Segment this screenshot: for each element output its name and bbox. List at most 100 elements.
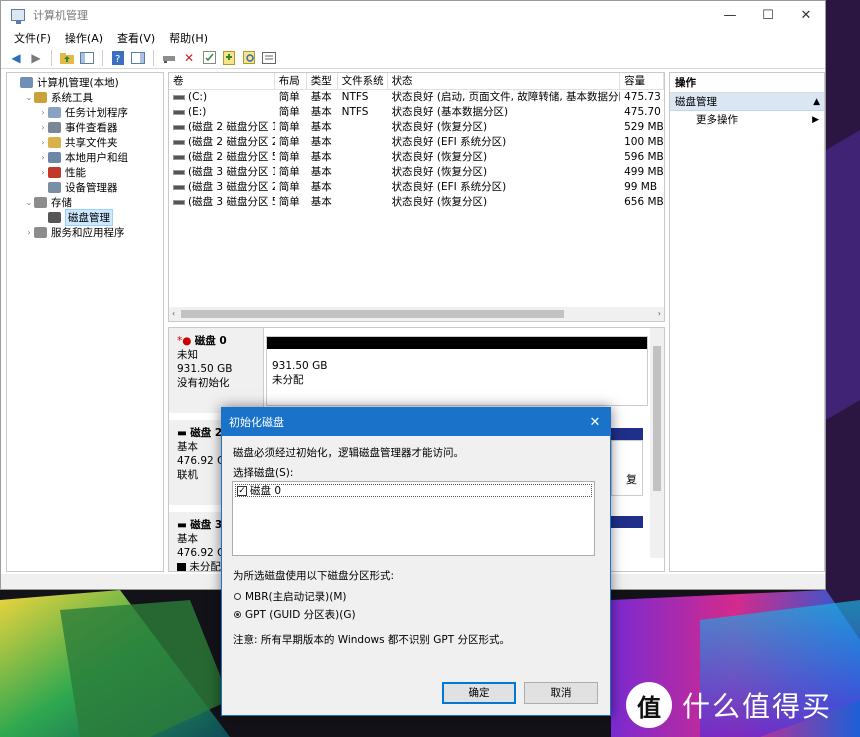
tree-node[interactable]: 计算机管理(本地)	[7, 75, 163, 90]
volume-icon	[173, 109, 185, 115]
volume-row[interactable]: (E:) 简单基本 NTFS 状态良好 (基本数据分区) 475.70 G	[169, 105, 664, 120]
tree-node[interactable]: › 事件查看器	[7, 120, 163, 135]
volume-row[interactable]: (磁盘 2 磁盘分区 1) 简单 基本 状态良好 (恢复分区) 529 MB	[169, 120, 664, 135]
column-filesystem[interactable]: 文件系统	[338, 73, 388, 89]
new-item-icon[interactable]	[220, 49, 238, 67]
check-disk-icon[interactable]	[200, 49, 218, 67]
volume-name: (磁盘 3 磁盘分区 5)	[188, 196, 275, 208]
expand-right-icon[interactable]: ›	[38, 138, 48, 147]
disk-list-item[interactable]: ✓ 磁盘 0	[235, 484, 592, 497]
tree-node[interactable]: › 本地用户和组	[7, 150, 163, 165]
expand-right-icon[interactable]: ›	[38, 153, 48, 162]
disk-0-unallocated-partition[interactable]: 931.50 GB 未分配	[266, 336, 648, 406]
actions-pane: 操作 磁盘管理 ▲ 更多操作 ▶	[669, 72, 825, 572]
mbr-radio-button[interactable]	[234, 593, 241, 600]
disk-0-size: 931.50 GB	[177, 363, 233, 375]
ok-button[interactable]: 确定	[442, 682, 516, 704]
mbr-radio[interactable]: MBR(主启动记录)(M)	[234, 589, 347, 604]
help-icon[interactable]: ?	[109, 49, 127, 67]
forward-icon[interactable]: ▶	[27, 49, 45, 67]
disk-error-icon: *●	[177, 335, 192, 347]
expand-down-icon[interactable]: ⌄	[24, 198, 34, 207]
actions-section-label: 磁盘管理	[675, 96, 717, 108]
dialog-close-button[interactable]: ✕	[580, 415, 610, 430]
expand-right-icon[interactable]: ›	[38, 168, 48, 177]
column-status[interactable]: 状态	[388, 73, 621, 89]
menu-help[interactable]: 帮助(H)	[162, 30, 215, 46]
tree-node[interactable]: › 共享文件夹	[7, 135, 163, 150]
volume-row[interactable]: (磁盘 2 磁盘分区 5) 简单 基本 状态良好 (恢复分区) 596 MB	[169, 150, 664, 165]
properties-icon[interactable]	[260, 49, 278, 67]
vertical-scrollbar[interactable]	[650, 328, 664, 558]
tree-node[interactable]: ⌄ 系统工具	[7, 90, 163, 105]
volume-cell: 简单	[278, 136, 300, 148]
gpt-radio[interactable]: GPT (GUID 分区表)(G)	[234, 607, 356, 622]
disk-0-label[interactable]: *● 磁盘 0 未知 931.50 GB 没有初始化	[169, 328, 264, 413]
expand-right-icon[interactable]: ›	[38, 108, 48, 117]
partition-box[interactable]: 复	[611, 440, 643, 496]
delete-icon[interactable]: ✕	[180, 49, 198, 67]
scroll-left-icon[interactable]: ‹	[172, 307, 175, 321]
tree-node[interactable]: 磁盘管理	[7, 209, 163, 226]
disk-0-block[interactable]: *● 磁盘 0 未知 931.50 GB 没有初始化 931.50 GB 未分配	[169, 328, 649, 413]
volume-icon	[173, 169, 185, 175]
volume-row[interactable]: (磁盘 2 磁盘分区 2) 简单 基本 状态良好 (EFI 系统分区) 100 MB	[169, 135, 664, 150]
connect-drive-icon[interactable]	[160, 49, 178, 67]
up-folder-icon[interactable]	[58, 49, 76, 67]
scroll-right-icon[interactable]: ›	[658, 307, 661, 321]
volume-cell: 状态良好 (恢复分区)	[391, 166, 488, 178]
horizontal-scrollbar[interactable]: ‹ ›	[169, 307, 664, 321]
legend-unallocated: 未分配	[189, 561, 221, 572]
title-bar[interactable]: 计算机管理 — ☐ ✕	[1, 1, 825, 29]
tree-node[interactable]: 设备管理器	[7, 180, 163, 195]
show-hide-tree-icon[interactable]	[78, 49, 96, 67]
disk-checkbox[interactable]: ✓	[237, 485, 247, 496]
menu-action[interactable]: 操作(A)	[58, 30, 110, 46]
volume-cell: 简单	[278, 106, 300, 118]
partition-state: 未分配	[272, 374, 304, 386]
back-icon[interactable]: ◀	[7, 49, 25, 67]
toolbar-divider	[51, 49, 52, 66]
search-icon[interactable]	[240, 49, 258, 67]
volume-cell: (磁盘 2 磁盘分区 2)	[169, 135, 275, 150]
partition-bar	[611, 428, 643, 440]
collapse-up-icon[interactable]: ▲	[813, 93, 824, 110]
volume-cell: 基本	[310, 121, 332, 133]
tree-node[interactable]: › 任务计划程序	[7, 105, 163, 120]
watermark-logo: 值	[626, 682, 672, 728]
volume-row[interactable]: (磁盘 3 磁盘分区 1) 简单 基本 状态良好 (恢复分区) 499 MB	[169, 165, 664, 180]
expand-right-icon[interactable]: ›	[24, 228, 34, 237]
minimize-button[interactable]: —	[711, 1, 749, 29]
column-layout[interactable]: 布局	[275, 73, 307, 89]
menu-file[interactable]: 文件(F)	[7, 30, 58, 46]
close-button[interactable]: ✕	[787, 1, 825, 29]
menu-view[interactable]: 查看(V)	[110, 30, 162, 46]
dialog-title-bar[interactable]: 初始化磁盘 ✕	[222, 408, 610, 436]
volume-cell: (磁盘 2 磁盘分区 1)	[169, 120, 275, 135]
volume-cell: 529 MB	[624, 121, 664, 133]
maximize-button[interactable]: ☐	[749, 1, 787, 29]
cancel-button[interactable]: 取消	[524, 682, 598, 704]
more-actions-item[interactable]: 更多操作 ▶	[670, 111, 824, 129]
gpt-radio-button[interactable]	[234, 611, 241, 618]
expand-right-icon[interactable]: ›	[38, 123, 48, 132]
volume-row[interactable]: (磁盘 3 磁盘分区 5) 简单 基本 状态良好 (恢复分区) 656 MB	[169, 195, 664, 210]
scrollbar-thumb[interactable]	[653, 346, 661, 491]
tree-node-label: 本地用户和组	[65, 152, 128, 164]
actions-section-disk-management[interactable]: 磁盘管理 ▲	[670, 93, 824, 111]
column-capacity[interactable]: 容量	[620, 73, 664, 89]
tree-node[interactable]: ⌄ 存储	[7, 195, 163, 210]
column-volume[interactable]: 卷	[169, 73, 275, 89]
column-type[interactable]: 类型	[307, 73, 338, 89]
tree-node[interactable]: › 服务和应用程序	[7, 225, 163, 240]
tree-node[interactable]: › 性能	[7, 165, 163, 180]
show-hide-action-pane-icon[interactable]	[129, 49, 147, 67]
tree-node-label: 任务计划程序	[65, 107, 128, 119]
scrollbar-thumb[interactable]	[181, 310, 564, 318]
initialize-disk-dialog: 初始化磁盘 ✕ 磁盘必须经过初始化，逻辑磁盘管理器才能访问。 选择磁盘(S): …	[221, 407, 611, 716]
volume-row[interactable]: (磁盘 3 磁盘分区 2) 简单 基本 状态良好 (EFI 系统分区) 99 MB	[169, 180, 664, 195]
expand-down-icon[interactable]: ⌄	[24, 93, 34, 102]
volume-name: (C:)	[188, 91, 208, 103]
volume-row[interactable]: (C:) 简单 基本 NTFS 状态良好 (启动, 页面文件, 故障转储, 基本数据分区…	[169, 90, 664, 105]
volume-cell: 简单	[278, 181, 300, 193]
